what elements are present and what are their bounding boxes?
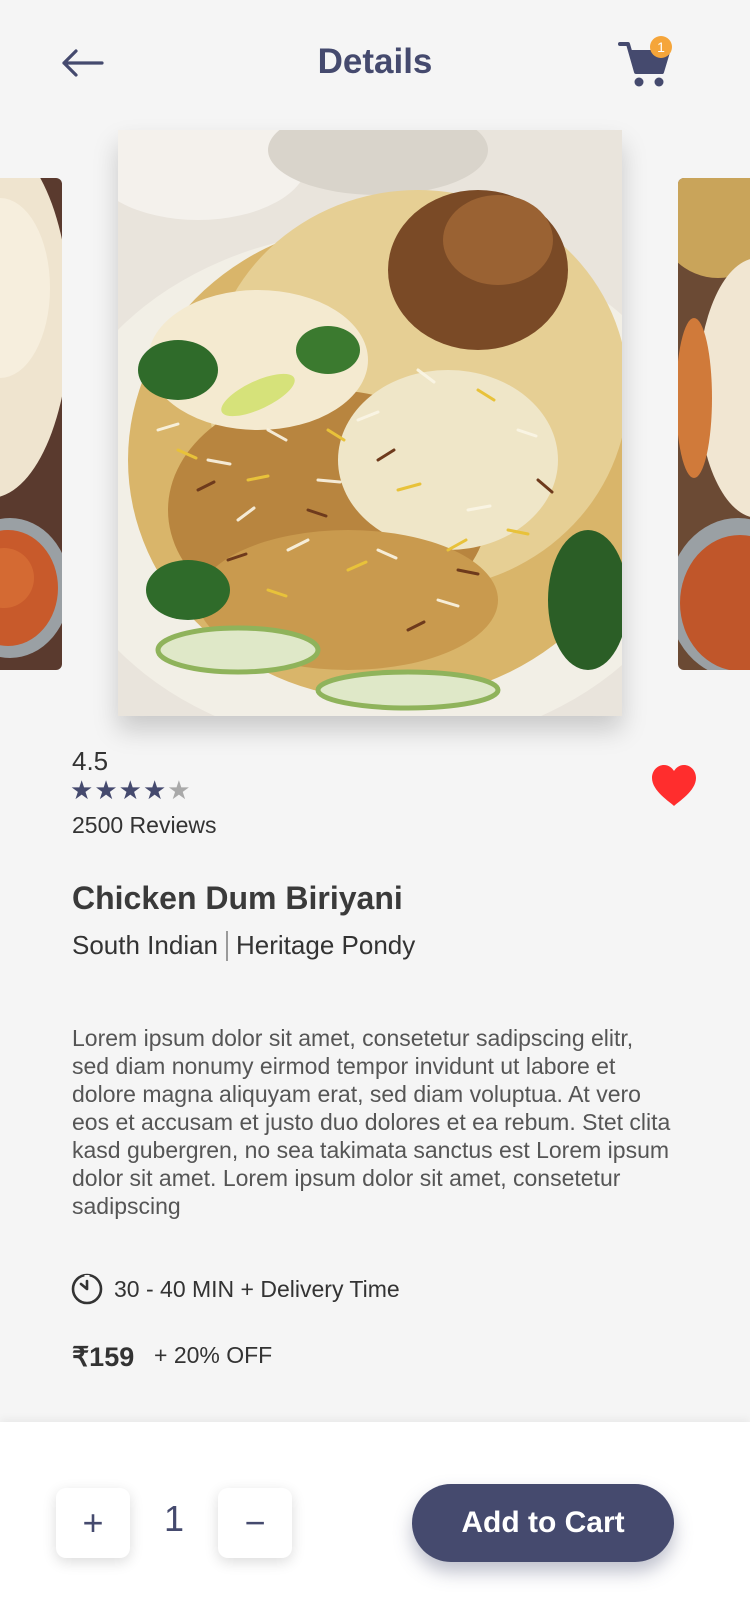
- cart-action-bar: + 1 − Add to Cart: [0, 1422, 750, 1624]
- timer-icon: [71, 1273, 103, 1305]
- rating-stars: ★ ★ ★ ★ ★: [70, 776, 191, 804]
- star-icon: ★: [94, 775, 118, 805]
- delivery-time: 30 - 40 MIN + Delivery Time: [114, 1275, 400, 1302]
- restaurant-label: Heritage Pondy: [236, 930, 416, 960]
- dosa-photo-right[interactable]: [678, 178, 750, 670]
- image-carousel[interactable]: [0, 130, 750, 720]
- star-icon: ★: [118, 775, 142, 805]
- add-to-cart-button[interactable]: Add to Cart: [412, 1484, 674, 1562]
- divider: [226, 930, 229, 961]
- cart-count-badge: 1: [650, 36, 672, 58]
- dish-description: Lorem ipsum dolor sit amet, consetetur s…: [72, 1025, 671, 1219]
- dosa-photo-left[interactable]: [0, 178, 62, 670]
- review-count: 2500 Reviews: [72, 812, 217, 838]
- quantity-value: 1: [163, 1498, 185, 1539]
- cuisine-label: South Indian: [72, 930, 219, 960]
- details-screen: Details 1 4.5 ★ ★ ★ ★ ★ 2500 Reviews Chi…: [0, 0, 750, 1624]
- favorite-button[interactable]: [650, 764, 698, 808]
- chicken-biriyani-photo: [118, 130, 622, 716]
- star-icon: ★: [70, 775, 94, 805]
- price: ₹159: [72, 1342, 135, 1372]
- decrease-quantity-button[interactable]: −: [218, 1488, 292, 1558]
- dish-name: Chicken Dum Biriyani: [72, 880, 403, 916]
- increase-quantity-button[interactable]: +: [56, 1488, 130, 1558]
- heart-icon: [652, 765, 696, 806]
- star-icon: ★: [167, 775, 191, 805]
- cart-button[interactable]: 1: [618, 36, 674, 90]
- star-icon: ★: [142, 775, 167, 805]
- dish-subtitle: South Indian Heritage Pondy: [72, 930, 415, 961]
- header: Details 1: [0, 0, 750, 130]
- delivery-info: 30 - 40 MIN + Delivery Time: [70, 1272, 400, 1306]
- discount-offer: + 20% OFF: [154, 1342, 273, 1368]
- rating-value: 4.5: [72, 746, 109, 776]
